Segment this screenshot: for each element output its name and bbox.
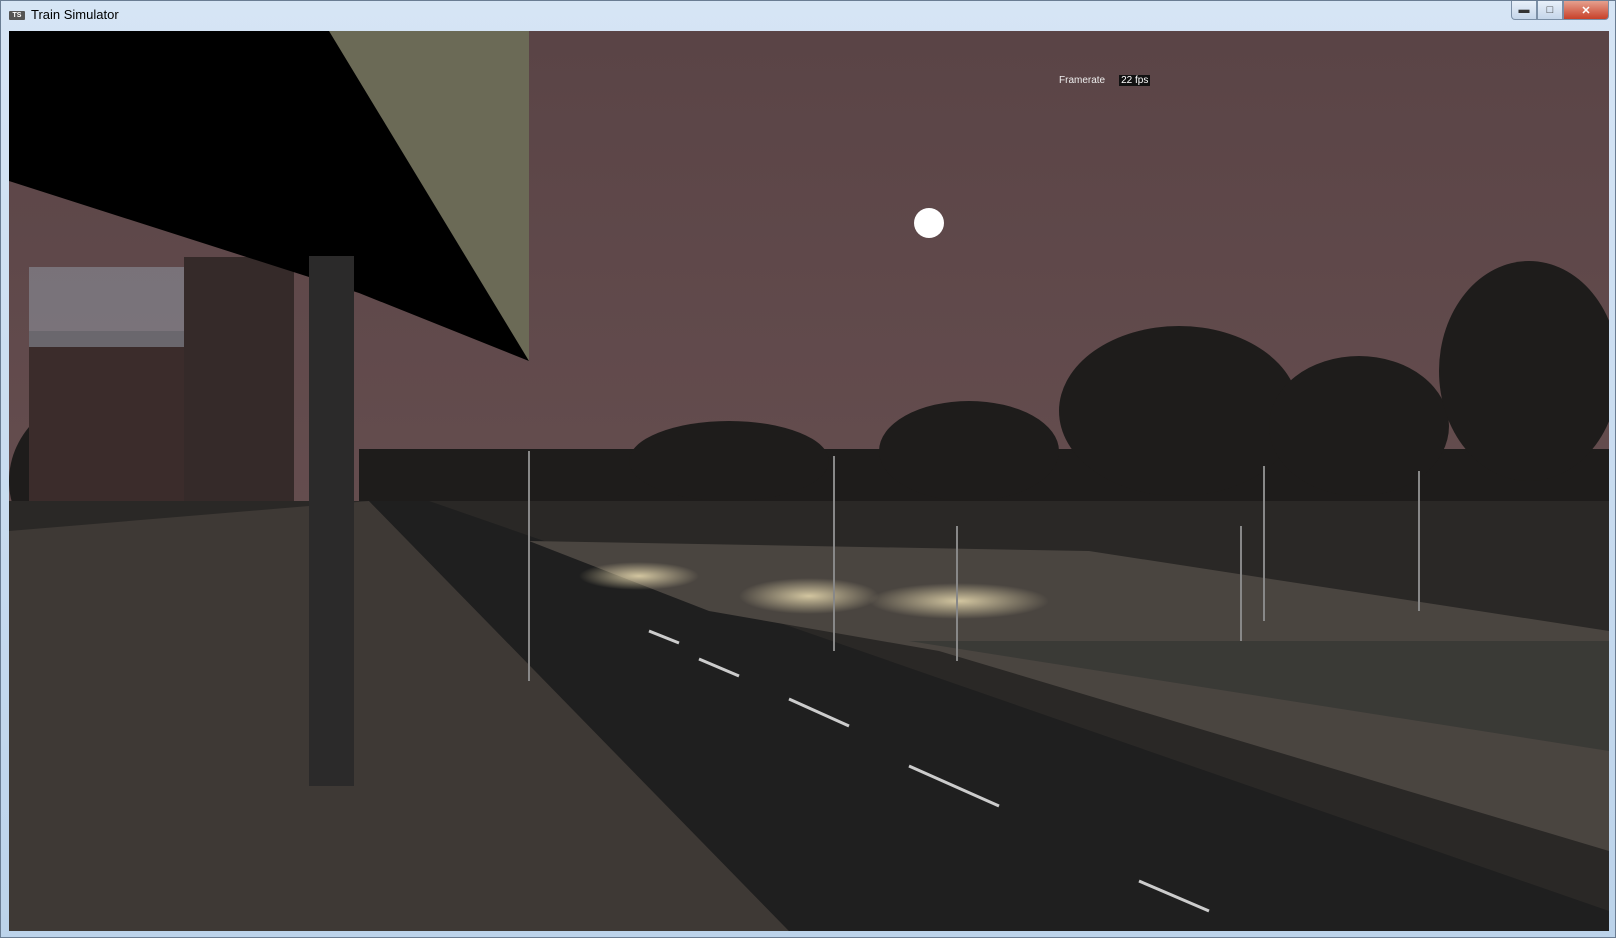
window-title: Train Simulator — [31, 7, 119, 22]
title-bar[interactable]: TS Train Simulator ▬ □ ✕ — [1, 1, 1615, 30]
night-station-scene — [9, 31, 1609, 931]
framerate-overlay: Framerate 22 fps — [1059, 75, 1151, 86]
close-icon: ✕ — [1581, 4, 1591, 17]
app-icon: TS — [9, 11, 25, 20]
close-button[interactable]: ✕ — [1563, 1, 1609, 20]
maximize-button[interactable]: □ — [1537, 1, 1563, 20]
framerate-value: 22 fps — [1119, 75, 1151, 86]
maximize-icon: □ — [1546, 4, 1554, 16]
minimize-icon: ▬ — [1518, 4, 1530, 16]
minimize-button[interactable]: ▬ — [1511, 1, 1537, 20]
app-window: TS Train Simulator ▬ □ ✕ Framerate 22 fp… — [0, 0, 1616, 938]
3d-scene-viewport[interactable]: Framerate 22 fps — [9, 31, 1609, 931]
buildings — [29, 257, 294, 531]
framerate-label: Framerate — [1059, 75, 1106, 86]
moon — [914, 208, 944, 238]
